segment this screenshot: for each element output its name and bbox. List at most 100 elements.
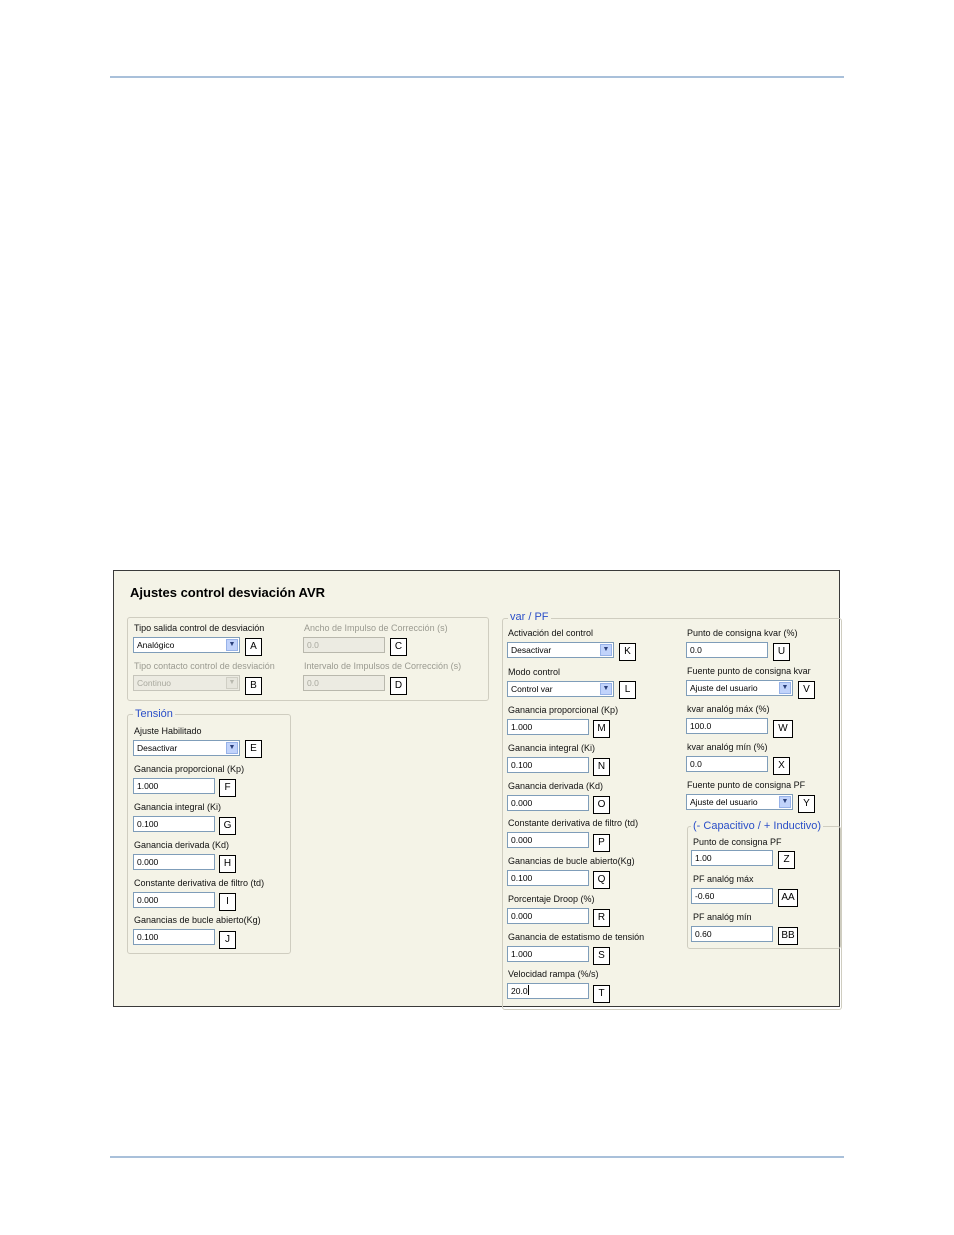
callout-j: J	[219, 931, 236, 949]
tension-legend: Tensión	[133, 708, 175, 720]
callout-i: I	[219, 893, 236, 911]
capacitivo-inductivo-legend: (- Capacitivo / + Inductivo)	[691, 820, 824, 832]
tipo-salida-value: Analógico	[137, 640, 175, 650]
tension-kg-input[interactable]: 0.100	[133, 929, 215, 945]
avr-settings-panel: Ajustes control desviación AVR Tipo sali…	[113, 570, 842, 1010]
tension-kd-input[interactable]: 0.000	[133, 854, 215, 870]
pf-min-label: PF analóg mín	[693, 912, 752, 922]
estatismo-label: Ganancia de estatismo de tensión	[508, 932, 645, 942]
callout-h: H	[219, 855, 236, 873]
pf-max-input[interactable]: -0.60	[691, 888, 773, 904]
callout-q: Q	[593, 871, 610, 889]
fuente-kvar-select[interactable]: Ajuste del usuario ▼	[686, 680, 793, 696]
fuente-pf-select[interactable]: Ajuste del usuario ▼	[686, 794, 793, 810]
kvar-max-label: kvar analóg máx (%)	[687, 704, 770, 714]
varpf-kd-label: Ganancia derivada (Kd)	[508, 781, 604, 791]
chevron-down-icon[interactable]: ▼	[226, 639, 238, 651]
callout-t: T	[593, 985, 610, 1003]
fuente-kvar-value: Ajuste del usuario	[690, 683, 758, 693]
kvar-min-label: kvar analóg mín (%)	[687, 742, 768, 752]
consigna-pf-input[interactable]: 1.00	[691, 850, 773, 866]
varpf-kg-input[interactable]: 0.100	[507, 870, 589, 886]
ancho-impulso-label: Ancho de Impulso de Corrección (s)	[304, 623, 448, 633]
chevron-down-icon[interactable]: ▼	[226, 742, 238, 754]
rampa-input[interactable]: 20.0	[507, 983, 589, 999]
callout-l: L	[619, 681, 636, 699]
rampa-value: 20.0	[511, 986, 528, 996]
tension-td-input[interactable]: 0.000	[133, 892, 215, 908]
pf-max-label: PF analóg máx	[693, 874, 754, 884]
callout-bb: BB	[778, 927, 798, 945]
callout-v: V	[798, 681, 815, 699]
chevron-down-icon[interactable]: ▼	[226, 677, 238, 689]
pf-min-input[interactable]: 0.60	[691, 926, 773, 942]
varpf-ki-label: Ganancia integral (Ki)	[508, 743, 596, 753]
fuente-pf-label: Fuente punto de consigna PF	[687, 780, 806, 790]
ajuste-habilitado-select[interactable]: Desactivar ▼	[133, 740, 240, 756]
callout-e: E	[245, 740, 262, 758]
activacion-value: Desactivar	[511, 645, 552, 655]
activacion-select[interactable]: Desactivar ▼	[507, 642, 614, 658]
kvar-min-input[interactable]: 0.0	[686, 756, 768, 772]
consigna-pf-label: Punto de consigna PF	[693, 837, 782, 847]
callout-g: G	[219, 817, 236, 835]
tipo-contacto-select[interactable]: Continuo ▼	[133, 675, 240, 691]
fuente-kvar-label: Fuente punto de consigna kvar	[687, 666, 811, 676]
droop-label: Porcentaje Droop (%)	[508, 894, 595, 904]
varpf-kd-input[interactable]: 0.000	[507, 795, 589, 811]
tipo-contacto-value: Continuo	[137, 678, 172, 688]
droop-input[interactable]: 0.000	[507, 908, 589, 924]
consigna-kvar-label: Punto de consigna kvar (%)	[687, 628, 798, 638]
tipo-salida-select[interactable]: Analógico ▼	[133, 637, 240, 653]
text-cursor	[527, 985, 529, 995]
panel-title: Ajustes control desviación AVR	[130, 585, 326, 600]
varpf-kp-label: Ganancia proporcional (Kp)	[508, 705, 619, 715]
ajuste-habilitado-label: Ajuste Habilitado	[134, 726, 202, 736]
callout-d: D	[390, 677, 407, 695]
estatismo-input[interactable]: 1.000	[507, 946, 589, 962]
varpf-kp-input[interactable]: 1.000	[507, 719, 589, 735]
tension-kp-label: Ganancia proporcional (Kp)	[134, 764, 245, 774]
chevron-down-icon[interactable]: ▼	[600, 644, 612, 656]
callout-p: P	[593, 834, 610, 852]
tipo-contacto-label: Tipo contacto control de desviación	[134, 661, 275, 671]
callout-w: W	[773, 720, 793, 738]
callout-c: C	[390, 638, 407, 656]
modo-label: Modo control	[508, 667, 561, 677]
callout-f: F	[219, 779, 236, 797]
chevron-down-icon[interactable]: ▼	[600, 683, 612, 695]
modo-value: Control var	[511, 684, 553, 694]
callout-s: S	[593, 947, 610, 965]
tension-kg-label: Ganancias de bucle abierto(Kg)	[134, 915, 261, 925]
consigna-kvar-input[interactable]: 0.0	[686, 642, 768, 658]
varpf-td-label: Constante derivativa de filtro (td)	[508, 818, 639, 828]
varpf-td-input[interactable]: 0.000	[507, 832, 589, 848]
header-rule	[110, 76, 844, 78]
modo-select[interactable]: Control var ▼	[507, 681, 614, 697]
varpf-kg-label: Ganancias de bucle abierto(Kg)	[508, 856, 635, 866]
varpf-ki-input[interactable]: 0.100	[507, 757, 589, 773]
footer-rule	[110, 1156, 844, 1158]
callout-a: A	[245, 638, 262, 656]
intervalo-impulsos-input[interactable]: 0.0	[303, 675, 385, 691]
callout-m: M	[593, 720, 610, 738]
callout-r: R	[593, 909, 610, 927]
callout-z: Z	[778, 851, 795, 869]
chevron-down-icon[interactable]: ▼	[779, 796, 791, 808]
rampa-label: Velocidad rampa (%/s)	[508, 969, 599, 979]
tension-ki-label: Ganancia integral (Ki)	[134, 802, 222, 812]
kvar-max-input[interactable]: 100.0	[686, 718, 768, 734]
tension-ki-input[interactable]: 0.100	[133, 816, 215, 832]
ancho-impulso-input[interactable]: 0.0	[303, 637, 385, 653]
callout-x: X	[773, 757, 790, 775]
callout-u: U	[773, 643, 790, 661]
callout-b: B	[245, 677, 262, 695]
activacion-label: Activación del control	[508, 628, 594, 638]
tension-td-label: Constante derivativa de filtro (td)	[134, 878, 265, 888]
tension-kp-input[interactable]: 1.000	[133, 778, 215, 794]
tipo-salida-label: Tipo salida control de desviación	[134, 623, 265, 633]
tension-kd-label: Ganancia derivada (Kd)	[134, 840, 230, 850]
intervalo-impulsos-label: Intervalo de Impulsos de Corrección (s)	[304, 661, 462, 671]
chevron-down-icon[interactable]: ▼	[779, 682, 791, 694]
callout-o: O	[593, 796, 610, 814]
